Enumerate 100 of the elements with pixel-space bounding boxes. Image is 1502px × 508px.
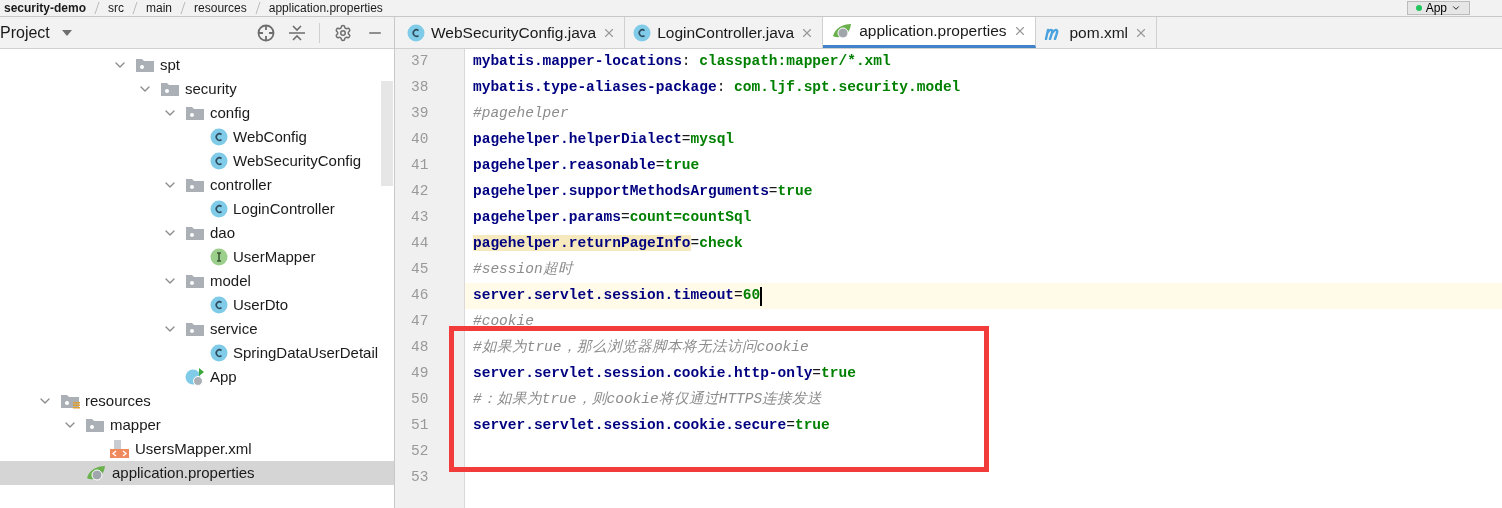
folder-icon (185, 225, 205, 241)
line-number: 46 (411, 286, 429, 306)
tree-item[interactable]: spt (0, 53, 394, 77)
tree-item[interactable]: SpringDataUserDetail (0, 341, 394, 365)
tree-item-label: App (210, 366, 237, 387)
tree-item-label: UsersMapper.xml (135, 438, 252, 459)
tree-item-label: service (210, 318, 258, 339)
breadcrumb-item[interactable]: resources (194, 2, 247, 14)
editor-tab[interactable]: pom.xml (1035, 17, 1158, 48)
code-line: pagehelper.supportMethodsArguments=true (473, 182, 813, 202)
tree-item-label: spt (160, 54, 180, 75)
line-number: 45 (411, 260, 429, 280)
tree-item[interactable]: mapper (0, 413, 394, 437)
folder-icon (185, 177, 205, 193)
tree-item-label: model (210, 270, 251, 291)
breadcrumb-item[interactable]: main (146, 2, 173, 14)
line-number: 39 (411, 104, 429, 124)
tree-item-label: WebSecurityConfig (233, 150, 362, 171)
tree-item-label: dao (210, 222, 236, 243)
code-line: server.servlet.session.cookie.secure=true (473, 416, 830, 436)
line-number: 40 (411, 130, 429, 150)
separator-icon (94, 2, 101, 14)
tree-item[interactable]: LoginController (0, 197, 394, 221)
class-icon (210, 128, 228, 146)
run-configuration-dropdown[interactable]: App (1406, 1, 1470, 15)
code-line: pagehelper.helperDialect=mysql (473, 130, 735, 150)
caret-icon (1451, 3, 1461, 13)
tree-item[interactable]: UserMapper (0, 245, 394, 269)
tree-item-label: LoginController (233, 198, 335, 219)
line-number: 50 (411, 390, 429, 410)
line-number: 48 (411, 338, 429, 358)
line-number: 41 (411, 156, 429, 176)
class-icon (210, 296, 228, 314)
code-line: server.servlet.session.timeout=60 (473, 286, 761, 306)
folder-icon (185, 321, 205, 337)
xml-file-icon (110, 440, 130, 458)
separator-icon (132, 2, 139, 14)
folder-icon (160, 81, 180, 97)
class-icon (210, 152, 228, 170)
line-number: 53 (411, 468, 429, 488)
tree-item[interactable]: WebSecurityConfig (0, 149, 394, 173)
tree-item-label: mapper (110, 414, 161, 435)
code-line: mybatis.mapper-locations: classpath:mapper/*.xml (473, 52, 891, 72)
tree-item[interactable]: WebConfig (0, 125, 394, 149)
code-line: server.servlet.session.cookie.http-only=true (473, 364, 856, 384)
tree-item[interactable]: controller (0, 173, 394, 197)
folder-icon (185, 105, 205, 121)
settings-icon[interactable] (334, 23, 352, 42)
tree-item-label: SpringDataUserDetail (233, 342, 379, 363)
tree-item[interactable]: App (0, 365, 394, 389)
line-number: 47 (411, 312, 429, 332)
code-line: #pagehelper (473, 104, 569, 124)
tree-item-label: UserMapper (233, 246, 316, 267)
tree-item-label: security (185, 78, 237, 99)
tree-item[interactable]: resources (0, 389, 394, 413)
caret-icon (61, 29, 72, 36)
editor-tab[interactable]: application.properties (823, 17, 1036, 48)
class-icon (633, 23, 652, 42)
tree-item-label: UserDto (233, 294, 288, 315)
tree-item[interactable]: security (0, 77, 394, 101)
tree-item[interactable]: service (0, 317, 394, 341)
tree-item[interactable]: config (0, 101, 394, 125)
tree-item-label: controller (210, 174, 272, 195)
line-number: 52 (411, 442, 429, 462)
tree-item[interactable]: dao (0, 221, 394, 245)
collapse-all-icon[interactable] (289, 23, 305, 42)
separator-icon (254, 2, 261, 14)
folder-icon (185, 273, 205, 289)
scrollbar-thumb[interactable] (381, 81, 393, 186)
code-line: pagehelper.params=count=countSql (473, 208, 752, 228)
class-icon (210, 344, 228, 362)
folder-icon (135, 57, 155, 73)
tree-item-label: application.properties (112, 462, 255, 483)
locate-icon[interactable] (257, 23, 275, 42)
line-number: 49 (411, 364, 429, 384)
resources-folder-icon (60, 393, 80, 409)
editor-tab[interactable]: WebSecurityConfig.java (399, 17, 626, 48)
breadcrumb-item[interactable]: security-demo (4, 2, 87, 14)
class-icon (407, 23, 425, 42)
code-line: pagehelper.reasonable=true (473, 156, 700, 176)
interface-icon (210, 248, 228, 266)
tree-item[interactable]: UserDto (0, 293, 394, 317)
properties-file-icon (831, 22, 854, 40)
line-number: 51 (411, 416, 429, 436)
line-number: 37 (411, 52, 429, 72)
breadcrumb-item[interactable]: application.properties (268, 2, 383, 14)
breadcrumb-item[interactable]: src (108, 2, 125, 14)
tree-item[interactable]: model (0, 269, 394, 293)
tree-item-label: WebConfig (233, 126, 307, 147)
code-line: pagehelper.returnPageInfo=check (473, 234, 743, 254)
line-number: 44 (411, 234, 429, 254)
code-line: #：如果为true，则cookie将仅通过HTTPS连接发送 (473, 390, 823, 410)
separator-icon (180, 2, 187, 14)
line-number: 38 (411, 78, 429, 98)
run-class-icon (185, 367, 205, 387)
project-view-dropdown[interactable]: Project (0, 20, 72, 45)
tree-item[interactable]: UsersMapper.xml (0, 437, 394, 461)
code-line: #session超时 (473, 260, 573, 280)
tree-item[interactable]: application.properties (0, 461, 394, 485)
code-line: #如果为true，那么浏览器脚本将无法访问cookie (473, 338, 809, 358)
